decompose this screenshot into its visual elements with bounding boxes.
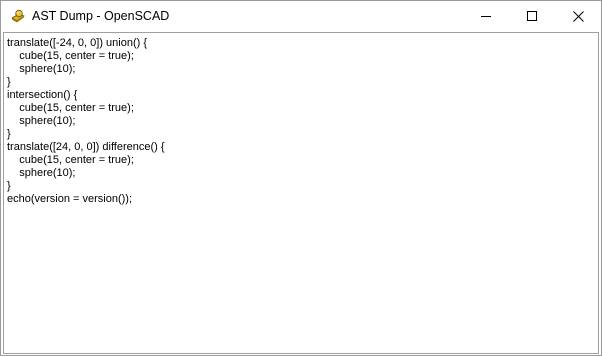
code-line: echo(version = version());	[7, 193, 133, 205]
code-line: }	[7, 180, 11, 192]
code-block: translate([-24, 0, 0]) union() { cube(15…	[7, 37, 165, 206]
close-button[interactable]	[555, 1, 601, 31]
openscad-logo-icon	[11, 9, 25, 23]
code-line: sphere(10);	[7, 63, 76, 75]
minimize-icon	[481, 16, 491, 17]
code-line: cube(15, center = true);	[7, 154, 134, 166]
maximize-button[interactable]	[509, 1, 555, 31]
code-line: translate([-24, 0, 0]) union() {	[7, 37, 148, 49]
code-line: sphere(10);	[7, 115, 76, 127]
close-icon	[572, 10, 584, 22]
code-line: sphere(10);	[7, 167, 76, 179]
code-line: intersection() {	[7, 89, 78, 101]
minimize-button[interactable]	[463, 1, 509, 31]
window-title: AST Dump - OpenSCAD	[32, 9, 170, 23]
code-line: cube(15, center = true);	[7, 50, 134, 62]
title-bar[interactable]: AST Dump - OpenSCAD	[1, 1, 601, 31]
code-line: }	[7, 128, 11, 140]
ast-text-area[interactable]: translate([-24, 0, 0]) union() { cube(15…	[3, 32, 599, 354]
maximize-icon	[527, 11, 537, 21]
code-line: cube(15, center = true);	[7, 102, 134, 114]
ast-dump-window: AST Dump - OpenSCAD translate([-24, 0, 0…	[0, 0, 602, 356]
code-line: }	[7, 76, 11, 88]
code-line: translate([24, 0, 0]) difference() {	[7, 141, 165, 153]
